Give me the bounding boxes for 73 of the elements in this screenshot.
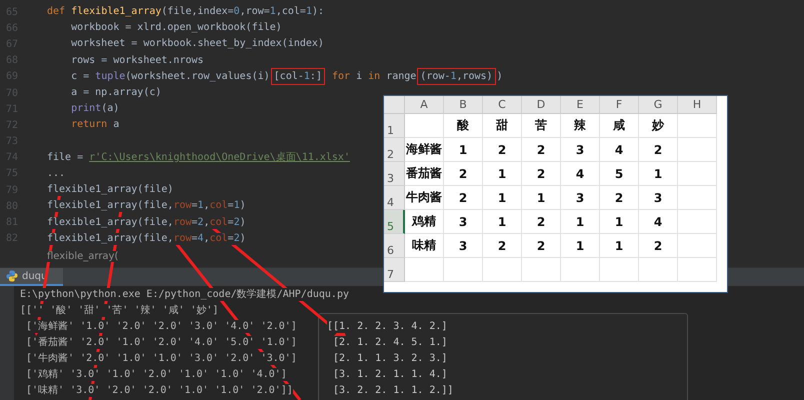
empty-cell	[678, 186, 717, 210]
spreadsheet-cell: 4	[639, 210, 678, 234]
empty-cell	[678, 234, 717, 258]
row-header[interactable]: 1	[384, 114, 405, 138]
spreadsheet-cell: 1	[483, 162, 522, 186]
spreadsheet-cell: 2	[483, 138, 522, 162]
spreadsheet-cell: 5	[600, 162, 639, 186]
spreadsheet-cell: 2	[444, 162, 483, 186]
row-header[interactable]: 4	[384, 186, 405, 210]
spreadsheet-cell: 苦	[522, 114, 561, 138]
empty-cell	[678, 210, 717, 234]
code-completion-hint: flexible_array(	[47, 251, 118, 262]
spreadsheet-cell: 1	[639, 162, 678, 186]
column-header[interactable]: D	[522, 96, 561, 114]
empty-cell	[483, 258, 522, 282]
empty-cell	[600, 258, 639, 282]
spreadsheet-cell: 3	[561, 186, 600, 210]
select-all-corner[interactable]	[384, 96, 405, 114]
empty-cell	[678, 138, 717, 162]
spreadsheet-cell: 2	[483, 234, 522, 258]
spreadsheet-cell: 牛肉酱	[405, 186, 444, 210]
spreadsheet-cell: 咸	[600, 114, 639, 138]
empty-cell	[678, 162, 717, 186]
row-header[interactable]: 7	[384, 258, 405, 282]
spreadsheet-cell: 4	[600, 138, 639, 162]
spreadsheet-cell: 鸡精	[405, 210, 444, 234]
spreadsheet-cell: 2	[600, 186, 639, 210]
spreadsheet-cell: 4	[561, 162, 600, 186]
spreadsheet-cell: 2	[522, 234, 561, 258]
column-header[interactable]: G	[639, 96, 678, 114]
row-header[interactable]: 3	[384, 162, 405, 186]
spreadsheet-cell: 2	[639, 234, 678, 258]
column-header[interactable]: H	[678, 96, 717, 114]
spreadsheet-cell: 1	[561, 234, 600, 258]
spreadsheet-cell: 1	[561, 210, 600, 234]
empty-cell	[444, 258, 483, 282]
spreadsheet-cell: 3	[561, 138, 600, 162]
row-header[interactable]: 5	[384, 210, 405, 234]
spreadsheet-cell: 3	[639, 186, 678, 210]
spreadsheet-cell: 辣	[561, 114, 600, 138]
column-header[interactable]: C	[483, 96, 522, 114]
empty-cell	[561, 258, 600, 282]
empty-cell	[678, 258, 717, 282]
row-header[interactable]: 2	[384, 138, 405, 162]
spreadsheet-cell: 2	[522, 210, 561, 234]
spreadsheet-cell: 1	[444, 138, 483, 162]
spreadsheet-cell: 海鲜酱	[405, 138, 444, 162]
spreadsheet-cell: 甜	[483, 114, 522, 138]
row-header[interactable]: 6	[384, 234, 405, 258]
column-header[interactable]: A	[405, 96, 444, 114]
python-logo-icon	[6, 270, 18, 282]
column-header[interactable]: E	[561, 96, 600, 114]
empty-cell	[522, 258, 561, 282]
spreadsheet-cell: 1	[600, 234, 639, 258]
spreadsheet-cell: 味精	[405, 234, 444, 258]
spreadsheet-cell: 2	[639, 138, 678, 162]
spreadsheet-cell: 番茄酱	[405, 162, 444, 186]
spreadsheet-cell: 妙	[639, 114, 678, 138]
spreadsheet-cell: 2	[522, 138, 561, 162]
spreadsheet-cell: 1	[600, 210, 639, 234]
spreadsheet-cell: 酸	[444, 114, 483, 138]
column-header[interactable]: B	[444, 96, 483, 114]
spreadsheet-cell: 1	[483, 210, 522, 234]
spreadsheet-cell: 3	[444, 210, 483, 234]
column-header[interactable]: F	[600, 96, 639, 114]
spreadsheet-cell: 1	[522, 186, 561, 210]
spreadsheet-cell: 2	[522, 162, 561, 186]
empty-cell	[639, 258, 678, 282]
spreadsheet-cell: 3	[444, 234, 483, 258]
empty-cell	[678, 114, 717, 138]
code-line: c = tuple(worksheet.row_values(i) [col-1:] for i in range (row-1,rows) )	[47, 66, 503, 87]
spreadsheet-cell: 1	[483, 186, 522, 210]
spreadsheet-cell: 2	[444, 186, 483, 210]
